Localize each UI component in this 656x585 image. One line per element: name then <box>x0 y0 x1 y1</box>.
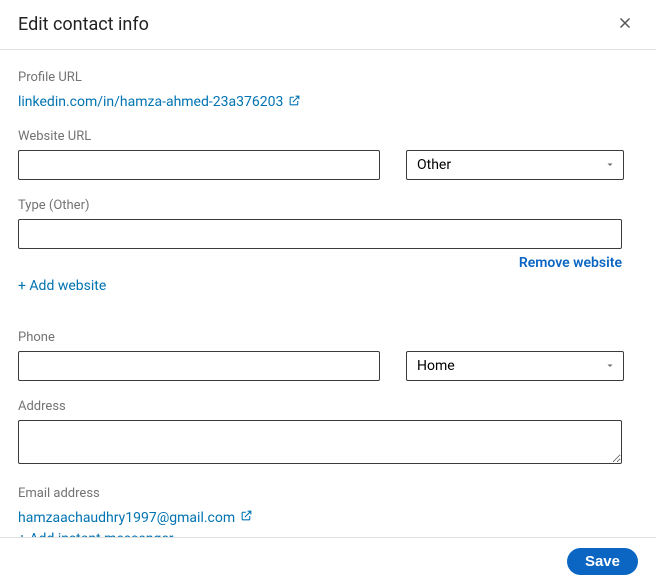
profile-url-link[interactable]: linkedin.com/in/hamza-ahmed-23a376203 <box>18 94 301 111</box>
type-other-section: Type (Other) Remove website <box>18 198 638 271</box>
profile-url-section: Profile URL linkedin.com/in/hamza-ahmed-… <box>18 70 638 111</box>
phone-row: Home <box>18 351 638 381</box>
type-other-input[interactable] <box>18 219 622 249</box>
modal-scroll[interactable]: Profile URL linkedin.com/in/hamza-ahmed-… <box>0 50 656 537</box>
add-website-section: + Add website <box>18 275 638 294</box>
website-url-row: Other <box>18 150 638 180</box>
address-textarea[interactable] <box>18 420 622 464</box>
remove-website-link[interactable]: Remove website <box>18 255 622 271</box>
website-url-label: Website URL <box>18 129 638 144</box>
external-link-icon <box>240 509 253 526</box>
close-button[interactable] <box>612 10 638 39</box>
phone-input[interactable] <box>18 351 380 381</box>
email-label: Email address <box>18 486 638 501</box>
website-type-select[interactable]: Other <box>406 150 624 180</box>
website-type-select-wrap: Other <box>406 150 624 180</box>
email-section: Email address hamzaachaudhry1997@gmail.c… <box>18 486 638 527</box>
add-im-section: + Add instant messenger <box>18 528 638 537</box>
address-label: Address <box>18 399 638 414</box>
email-link[interactable]: hamzaachaudhry1997@gmail.com <box>18 509 253 526</box>
modal-header: Edit contact info <box>0 0 656 50</box>
modal-title: Edit contact info <box>18 14 149 35</box>
close-icon <box>616 20 634 35</box>
email-text: hamzaachaudhry1997@gmail.com <box>18 510 235 526</box>
add-im-link[interactable]: + Add instant messenger <box>18 531 174 537</box>
add-website-link[interactable]: + Add website <box>18 278 106 294</box>
profile-url-text: linkedin.com/in/hamza-ahmed-23a376203 <box>18 94 283 110</box>
profile-url-label: Profile URL <box>18 70 638 85</box>
website-url-input[interactable] <box>18 150 380 180</box>
save-button[interactable]: Save <box>567 548 638 575</box>
website-url-section: Website URL Other <box>18 129 638 180</box>
phone-label: Phone <box>18 330 638 345</box>
phone-type-select-wrap: Home <box>406 351 624 381</box>
modal-body: Profile URL linkedin.com/in/hamza-ahmed-… <box>0 50 656 537</box>
type-other-label: Type (Other) <box>18 198 638 213</box>
modal-footer: Save <box>0 537 656 585</box>
external-link-icon <box>288 94 301 111</box>
phone-section: Phone Home <box>18 330 638 381</box>
address-section: Address <box>18 399 638 468</box>
phone-type-select[interactable]: Home <box>406 351 624 381</box>
